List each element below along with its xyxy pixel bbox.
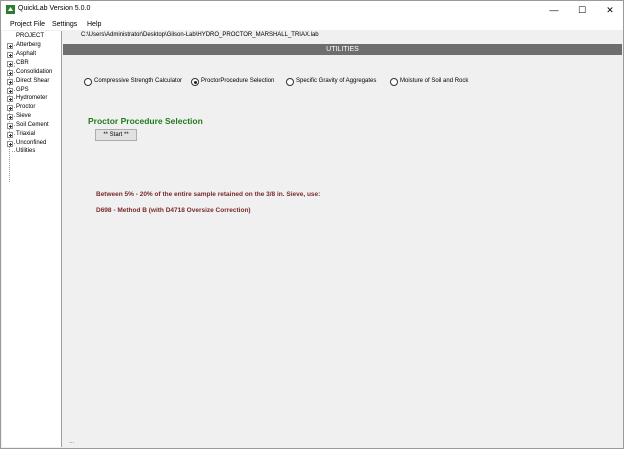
tree-guide-line: [12, 89, 15, 91]
tree-item-triaxial[interactable]: Triaxial: [2, 130, 60, 139]
status-text: ...: [69, 439, 75, 445]
expand-icon[interactable]: [7, 114, 13, 121]
tree-guide-line: [12, 125, 15, 127]
expand-icon[interactable]: [7, 51, 13, 58]
result-condition: Between 5% - 20% of the entire sample re…: [96, 191, 321, 198]
radio-button[interactable]: [286, 78, 294, 86]
title-bar: QuickLab Version 5.0.0 — ☐ ✕: [1, 1, 623, 19]
tree-item-project[interactable]: PROJECT: [2, 32, 60, 41]
minimize-button[interactable]: —: [540, 1, 568, 19]
window-title: QuickLab Version 5.0.0: [18, 5, 91, 12]
expand-icon[interactable]: [7, 69, 13, 76]
tree-item-proctor[interactable]: Proctor: [2, 103, 60, 112]
tree-item-utilities[interactable]: Utilities: [2, 147, 60, 156]
expand-icon[interactable]: [7, 87, 13, 94]
quicklab-logo-icon: [6, 5, 15, 14]
tree-guide-line: [12, 142, 15, 144]
close-button[interactable]: ✕: [596, 1, 624, 19]
radio-button[interactable]: [84, 78, 92, 86]
tree-guide-line: [12, 151, 15, 152]
tree-item-direct-shear[interactable]: Direct Shear: [2, 77, 60, 86]
tree-item-hydrometer[interactable]: Hydrometer: [2, 94, 60, 103]
menu-settings[interactable]: Settings: [52, 21, 77, 28]
tree-item-gps[interactable]: GPS: [2, 86, 60, 95]
tree-guide-line: [12, 53, 15, 55]
tree-guide-line: [12, 45, 15, 46]
start-button[interactable]: ** Start **: [95, 129, 137, 141]
tree-item-soil-cement[interactable]: Soil Cement: [2, 121, 60, 130]
tree-guide-line: [12, 107, 15, 109]
radio-button-selected[interactable]: [191, 78, 199, 86]
section-title: Proctor Procedure Selection: [88, 116, 203, 126]
tree-guide-line: [12, 98, 15, 100]
tree-item-sieve[interactable]: Sieve: [2, 112, 60, 121]
app-window: QuickLab Version 5.0.0 — ☐ ✕ Project Fil…: [0, 0, 624, 449]
expand-icon[interactable]: [7, 43, 13, 49]
tree-guide-line: [12, 116, 15, 118]
tree-guide-line: [12, 134, 15, 135]
expand-icon[interactable]: [7, 123, 13, 130]
result-method: D698 - Method B (with D4718 Oversize Cor…: [96, 207, 251, 214]
tree-item-cbr[interactable]: CBR: [2, 59, 60, 68]
maximize-button[interactable]: ☐: [568, 1, 596, 19]
tree-guide-line: [12, 71, 15, 73]
expand-icon[interactable]: [7, 132, 13, 138]
menu-project-file[interactable]: Project File: [10, 21, 45, 28]
project-tree: PROJECT Atterberg Asphalt CBR Consolidation…: [2, 31, 62, 447]
expand-icon[interactable]: [7, 96, 13, 103]
tree-item-atterberg[interactable]: Atterberg: [2, 41, 60, 50]
tree-item-consolidation[interactable]: Consolidation: [2, 68, 60, 77]
tree-item-asphalt[interactable]: Asphalt: [2, 50, 60, 59]
expand-icon[interactable]: [7, 105, 13, 112]
expand-icon[interactable]: [7, 140, 13, 147]
expand-icon[interactable]: [7, 78, 13, 85]
file-path: C:\Users\Administrator\Desktop\Gilson-La…: [81, 32, 319, 38]
tree-guide-line: [12, 62, 15, 64]
expand-icon[interactable]: [7, 60, 13, 67]
menu-help[interactable]: Help: [87, 21, 101, 28]
menu-bar: Project File Settings Help: [1, 19, 623, 30]
tree-guide-line: [12, 80, 15, 82]
radio-button[interactable]: [390, 78, 398, 86]
utilities-header: UTILITIES: [63, 44, 622, 55]
